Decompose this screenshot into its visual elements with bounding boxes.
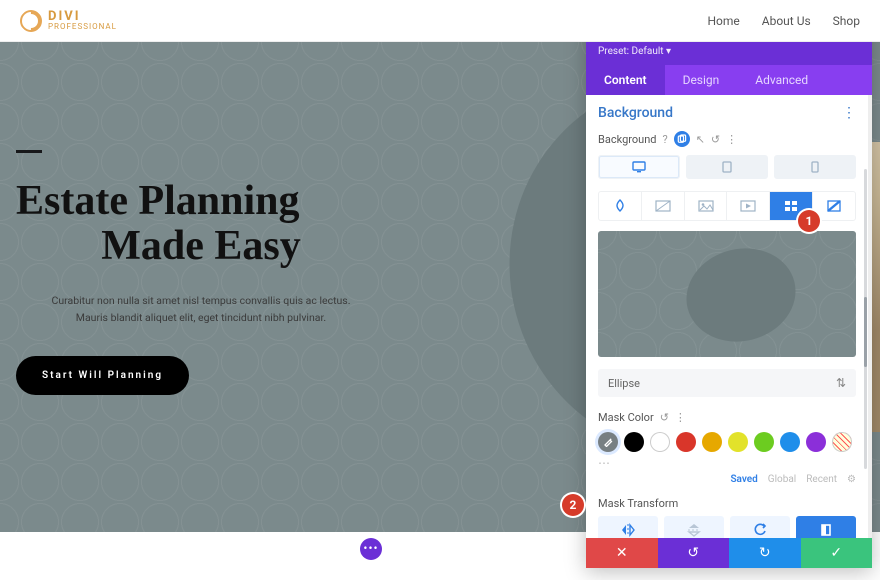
swatch-green[interactable] <box>754 432 774 452</box>
hero-title-line1: Estate Planning <box>16 178 300 224</box>
undo-button[interactable]: ↺ <box>658 538 730 568</box>
color-swatch-row <box>598 432 856 452</box>
discard-button[interactable]: ✕ <box>586 538 658 568</box>
nav-home[interactable]: Home <box>707 14 739 28</box>
palette-tab-recent[interactable]: Recent <box>806 474 837 485</box>
transform-rotate-button[interactable] <box>730 516 790 538</box>
panel-scrollbar[interactable] <box>864 169 867 469</box>
help-icon[interactable]: ? <box>662 133 667 146</box>
palette-tab-global[interactable]: Global <box>768 474 796 485</box>
swatch-none[interactable] <box>832 432 852 452</box>
mask-transform-label: Mask Transform <box>598 497 856 510</box>
mask-transform-row <box>598 516 856 538</box>
bg-type-gradient-button[interactable] <box>642 192 685 220</box>
callout-2: 2 <box>562 494 584 516</box>
panel-preset-label[interactable]: Preset: Default ▾ <box>586 46 872 65</box>
field-kebab-icon[interactable]: ⋮ <box>726 133 737 146</box>
bg-type-mask-button[interactable] <box>813 192 855 220</box>
bg-type-video-button[interactable] <box>727 192 770 220</box>
panel-body[interactable]: Background ⋮ Background ? ↖ ↺ ⋮ <box>586 95 872 538</box>
hero-desc-line1: Curabitur non nulla sit amet nisl tempus… <box>16 292 386 309</box>
swatch-black[interactable] <box>624 432 644 452</box>
cursor-icon[interactable]: ↖ <box>696 133 705 146</box>
settings-panel: Section Settings Preset: Default ▾ Conte… <box>586 14 872 568</box>
redo-button[interactable]: ↻ <box>729 538 801 568</box>
hero-title: Estate Planning Made Easy <box>16 179 386 270</box>
device-row <box>598 155 856 179</box>
nav-about[interactable]: About Us <box>762 14 811 28</box>
swatch-more-icon[interactable]: ⋯ <box>598 456 856 470</box>
floating-menu-button[interactable]: ••• <box>360 538 382 560</box>
hero-desc-line2: Mauris blandit aliquet elit, eget tincid… <box>16 309 386 326</box>
reset-icon[interactable]: ↺ <box>711 133 720 146</box>
primary-nav: Home About Us Shop <box>707 14 860 28</box>
tab-design[interactable]: Design <box>665 65 738 95</box>
chevron-updown-icon: ⇅ <box>836 376 846 390</box>
panel-action-bar: ✕ ↺ ↻ ✓ <box>586 538 872 568</box>
section-kebab-icon[interactable]: ⋮ <box>842 105 856 121</box>
save-button[interactable]: ✓ <box>801 538 873 568</box>
mask-color-label: Mask Color <box>598 411 654 424</box>
palette-gear-icon[interactable]: ⚙ <box>847 474 856 485</box>
device-phone-button[interactable] <box>774 155 856 179</box>
mask-shape-value: Ellipse <box>608 377 640 390</box>
callout-1: 1 <box>798 210 820 232</box>
hover-toggle-icon[interactable] <box>674 131 690 147</box>
device-tablet-button[interactable] <box>686 155 768 179</box>
mask-color-kebab-icon[interactable]: ⋮ <box>675 411 686 424</box>
transform-flip-horizontal-button[interactable] <box>598 516 658 538</box>
mask-preview <box>598 231 856 357</box>
transform-flip-vertical-button[interactable] <box>664 516 724 538</box>
brand-logo: DIVI PROFESSIONAL <box>20 10 117 32</box>
brand-subtitle: PROFESSIONAL <box>48 23 117 31</box>
transform-invert-button[interactable] <box>796 516 856 538</box>
hero-title-line2: Made Easy <box>16 224 386 269</box>
background-field-label: Background <box>598 133 656 146</box>
top-navbar: DIVI PROFESSIONAL Home About Us Shop <box>0 0 880 42</box>
bg-type-image-button[interactable] <box>685 192 728 220</box>
color-picker-swatch[interactable] <box>598 432 618 452</box>
background-section-title: Background <box>598 105 673 121</box>
tab-content[interactable]: Content <box>586 65 665 95</box>
swatch-red[interactable] <box>676 432 696 452</box>
nav-shop[interactable]: Shop <box>833 14 860 28</box>
hero-description: Curabitur non nulla sit amet nisl tempus… <box>16 292 386 327</box>
swatch-yellow[interactable] <box>728 432 748 452</box>
background-section-heading[interactable]: Background ⋮ <box>598 105 856 121</box>
mask-shape-dropdown[interactable]: Ellipse ⇅ <box>598 369 856 397</box>
swatch-purple[interactable] <box>806 432 826 452</box>
logo-mark-icon <box>15 5 46 36</box>
swatch-white[interactable] <box>650 432 670 452</box>
palette-tab-saved[interactable]: Saved <box>730 474 757 485</box>
palette-tabs: Saved Global Recent ⚙ <box>598 474 856 485</box>
device-desktop-button[interactable] <box>598 155 680 179</box>
swatch-blue[interactable] <box>780 432 800 452</box>
tab-advanced[interactable]: Advanced <box>737 65 826 95</box>
swatch-orange[interactable] <box>702 432 722 452</box>
panel-tabs: Content Design Advanced <box>586 65 872 95</box>
hero-cta-button[interactable]: Start Will Planning <box>16 356 189 395</box>
accent-dash <box>16 150 42 153</box>
mask-color-reset-icon[interactable]: ↺ <box>660 411 669 424</box>
bg-type-color-button[interactable] <box>599 192 642 220</box>
